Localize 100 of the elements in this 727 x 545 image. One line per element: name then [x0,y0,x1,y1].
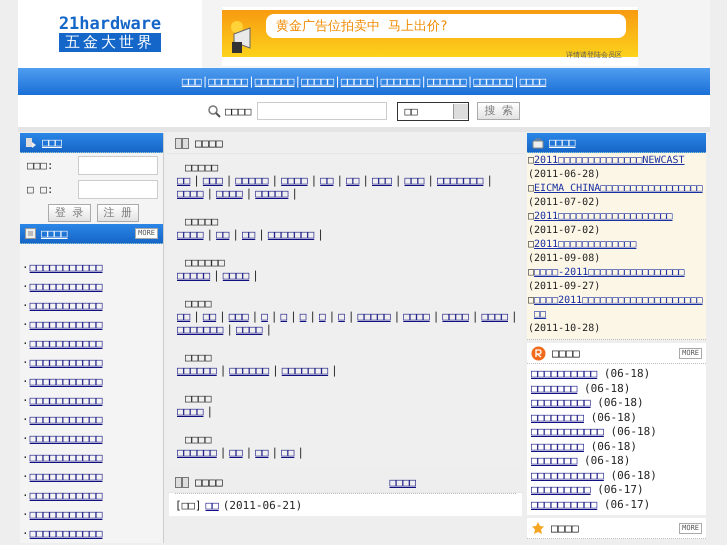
category-link[interactable]: □ [300,310,306,323]
recent-link[interactable]: □□□□□□□□□ [531,483,591,496]
nav-link[interactable]: □□□□□□ [473,75,514,88]
recent-link[interactable]: □□□□□□□□□□□ [531,468,604,482]
nav-link[interactable]: □□□□□□ [254,75,294,88]
article-link[interactable]: □□□□□□□□□□□ [30,413,102,426]
more-link[interactable]: □□□□ [390,476,416,488]
recent-link[interactable]: □□□□□□□ [531,382,578,394]
category-link[interactable]: □□□□ [482,310,508,323]
category-link[interactable]: □□□□ [222,269,250,282]
login-button[interactable]: 登 录 [48,204,90,222]
nav-link[interactable]: □□□□ [520,75,546,88]
recent-link[interactable]: □□□□□□□□□□□ [531,425,604,438]
category-link[interactable]: □□ [202,310,216,323]
username-field[interactable] [78,156,158,175]
article-link[interactable]: □□□□□□□□□□□ [30,527,102,540]
article-link[interactable]: □□□□□□□□□□□ [30,470,102,483]
category-link[interactable]: □□ [177,310,190,323]
category-link[interactable]: □ [319,310,326,323]
panel-title: □□□□ [195,136,223,150]
news-link[interactable]: 2011□□□□□□□□□□□□□ [534,238,636,252]
category-link[interactable]: □□□□ [177,405,204,418]
article-link[interactable]: □□□□□□□□□□□ [30,432,102,445]
news-mark: □ [528,266,534,280]
article-link[interactable]: □□□□□□□□□□□ [30,261,102,274]
category-link[interactable]: □□□□ [281,174,308,187]
panel-title-link[interactable]: □□□□ [549,136,576,149]
category-link[interactable]: □□ [255,446,268,459]
article-link[interactable]: □□□□□□□□□□□ [30,280,102,293]
category-link[interactable]: □□□ [404,174,424,187]
password-field[interactable] [78,180,158,199]
category-link[interactable]: □ [261,310,268,323]
recent-link[interactable]: □□□□□□□□□ [531,396,591,409]
category-link[interactable]: □□ [216,228,230,241]
site-logo[interactable]: 21hardware 五金大世界 [18,0,202,68]
news-date: (2011-06-28) [528,168,600,182]
category-link[interactable]: □□□□□ [255,187,288,200]
category-link[interactable]: □□ [229,446,243,459]
nav-link[interactable]: □□□□□ [301,75,334,88]
bullet: · [22,489,29,502]
category-link[interactable]: □□ [281,446,294,459]
article-link[interactable]: □□□□□□□□□□□ [30,451,102,464]
article-link[interactable]: □□□□□□□□□□□ [30,508,102,521]
category-link[interactable]: □□□□ [177,228,204,241]
recent-link[interactable]: □□□□□□□ [531,454,578,467]
news-link[interactable]: □□□□2011□□□□□□□□□□□□□□□□□□□□□□ [534,294,704,322]
article-link[interactable]: □□□□□□□□□□□ [30,299,102,312]
article-link[interactable]: □□□□□□□□□□□ [30,375,102,388]
search-field[interactable] [257,102,388,120]
recent-link[interactable]: □□□□□□□□□□ [531,498,598,510]
news-link[interactable]: 2011□□□□□□□□□□□□□□□□□□□ [534,210,673,224]
category-link[interactable]: □□ [242,228,256,241]
category-link[interactable]: □□□□□ [177,269,210,282]
category-link[interactable]: □□□ [372,174,392,187]
item-link[interactable]: □□ [206,498,219,512]
category-link[interactable]: □□□□ [216,187,243,200]
item-date: (06-18) [584,382,630,394]
category-select[interactable]: □□ [397,102,470,120]
category-link[interactable]: □□□□□□□ [437,174,484,187]
category-link[interactable]: □□□□ [236,323,262,336]
news-link[interactable]: 2011□□□□□□□□□□□□□□NEWCAST [534,154,685,168]
category-link[interactable]: □□□□ [442,310,469,323]
article-link[interactable]: □□□□□□□□□□□ [30,394,102,407]
category-link[interactable]: □□□ [202,174,223,187]
recent-link[interactable]: □□□□□□□□ [531,440,584,452]
category-link[interactable]: □□□□□ [358,310,391,323]
category-link[interactable]: □□□□ [177,187,204,200]
news-date: (2011-09-27) [528,280,600,294]
category-link[interactable]: □ [338,310,345,323]
nav-link[interactable]: □□□ [182,75,202,88]
article-link[interactable]: □□□□□□□□□□□ [30,318,102,331]
category-link[interactable]: □□□□□□ [229,364,270,377]
category-link[interactable]: □□□□□□□ [177,323,224,336]
category-link[interactable]: □□□□□□ [177,446,217,459]
news-link[interactable]: □□□□-2011□□□□□□□□□□□□□□□□ [534,266,685,280]
register-button[interactable]: 注 册 [96,204,140,222]
nav-link[interactable]: □□□□□□ [208,75,248,88]
recent-link[interactable]: □□□□□□□□ [531,410,584,424]
article-link[interactable]: □□□□□□□□□□□ [30,356,102,369]
article-link[interactable]: □□□□□□□□□□□ [30,489,102,502]
category-link[interactable]: □□□□□ [235,174,268,187]
search-button[interactable]: 搜 索 [477,102,520,120]
recent-link[interactable]: □□□□□□□□□□ [531,367,598,380]
category-link[interactable]: □□ [346,174,360,187]
nav-link[interactable]: □□□□□ [340,75,374,88]
category-link[interactable]: □□□ [228,310,249,323]
category-link[interactable]: □□□□ [403,310,430,323]
category-link[interactable]: □□ [177,174,190,187]
news-link[interactable]: EICMA CHINA□□□□□□□□□□□□□□□□□ [534,182,703,196]
nav-link[interactable]: □□□□□□ [426,75,467,88]
category-link[interactable]: □□□□□□□ [268,228,314,241]
link-separator: | [310,174,318,187]
link-separator: | [328,310,336,323]
article-link[interactable]: □□□□□□□□□□□ [30,337,102,350]
nav-link[interactable]: □□□□□□ [380,75,420,88]
link-separator: | [252,310,258,323]
category-link[interactable]: □ [280,310,288,323]
category-link[interactable]: □□ [320,174,334,187]
category-link[interactable]: □□□□□□ [177,364,217,377]
category-link[interactable]: □□□□□□□ [282,364,328,377]
